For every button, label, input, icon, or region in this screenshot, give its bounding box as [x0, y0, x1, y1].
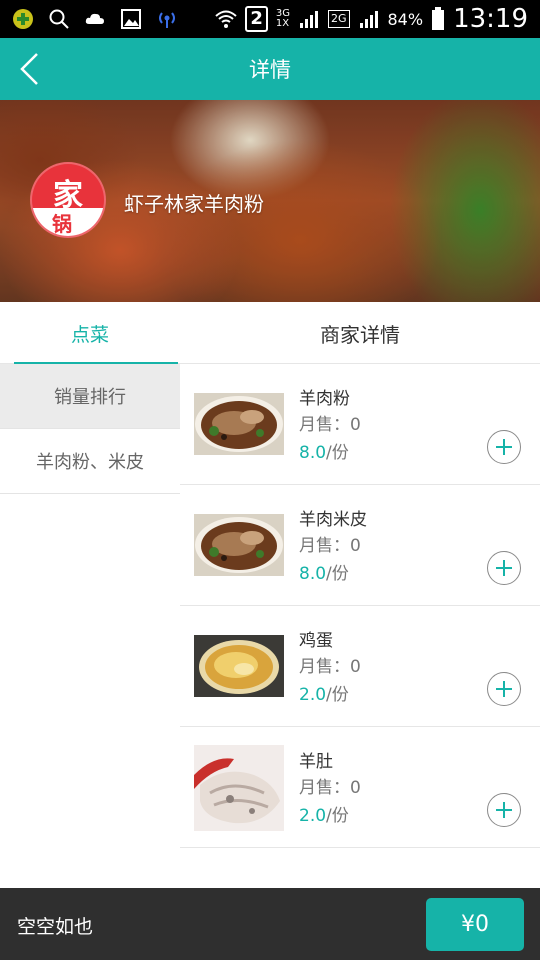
dish-image	[194, 745, 284, 831]
category-list: 销量排行 羊肉粉、米皮	[0, 364, 180, 494]
dish-price: 2.0/份	[299, 801, 349, 826]
dish-item: 羊肉粉 月售：0 8.0/份	[180, 364, 540, 485]
search-icon	[49, 9, 69, 29]
dish-list: 羊肉粉 月售：0 8.0/份 羊肉米皮 月售：0 8.0/份 鸡蛋 月售：0 2…	[180, 364, 540, 848]
dish-monthly-sales: 月售：0	[299, 778, 361, 798]
dish-item: 羊肉米皮 月售：0 8.0/份	[180, 485, 540, 606]
dish-price-unit: /份	[326, 685, 349, 705]
dish-price-unit: /份	[326, 443, 349, 463]
shop-banner: 家 锅通 虾子林家羊肉粉	[0, 100, 540, 302]
dish-image	[194, 393, 284, 455]
dish-monthly-sales: 月售：0	[299, 657, 361, 677]
shop-logo: 家 锅通	[30, 162, 106, 238]
cart-bar: 空空如也 ¥0	[0, 888, 540, 960]
add-to-cart-button[interactable]	[487, 793, 521, 827]
tab-merchant-details[interactable]: 商家详情	[180, 302, 540, 364]
dish-monthly-sales: 月售：0	[299, 415, 361, 435]
dish-name: 羊肚	[299, 752, 333, 772]
dish-price-unit: /份	[326, 806, 349, 826]
chevron-left-icon	[20, 53, 38, 85]
dish-price-value: 2.0	[299, 685, 327, 705]
signal2-icon	[359, 11, 378, 28]
title-bar: 详情	[0, 38, 540, 100]
dish-price: 8.0/份	[299, 438, 349, 463]
shop-name: 虾子林家羊肉粉	[124, 192, 264, 216]
clock: 13:19	[453, 4, 528, 34]
dish-price-value: 8.0	[299, 564, 327, 584]
plus-icon	[496, 560, 512, 576]
checkout-button[interactable]: ¥0	[426, 898, 524, 951]
dish-name: 鸡蛋	[299, 631, 333, 651]
plus-icon	[496, 439, 512, 455]
dish-price-value: 2.0	[299, 806, 327, 826]
dish-name: 羊肉米皮	[299, 510, 367, 530]
battery-percent: 84%	[387, 9, 424, 29]
category-item-sales-ranking[interactable]: 销量排行	[0, 364, 180, 429]
plus-icon	[496, 681, 512, 697]
cart-status: 空空如也	[17, 916, 94, 938]
broadcast-icon	[159, 12, 175, 28]
dish-image	[194, 514, 284, 576]
dish-monthly-sales: 月售：0	[299, 536, 361, 556]
dish-item: 鸡蛋 月售：0 2.0/份	[180, 606, 540, 727]
back-button[interactable]	[10, 50, 48, 88]
image-icon	[121, 9, 141, 29]
page-title: 详情	[249, 58, 291, 82]
tab-bar: 点菜 商家详情	[0, 302, 540, 364]
add-to-cart-button[interactable]	[487, 672, 521, 706]
dish-price-value: 8.0	[299, 443, 327, 463]
battery-icon	[432, 7, 445, 30]
sim-badge: 2	[245, 6, 268, 32]
dish-price: 2.0/份	[299, 680, 349, 705]
category-item-noodles[interactable]: 羊肉粉、米皮	[0, 429, 180, 494]
plus-icon	[496, 802, 512, 818]
app-plus-icon	[13, 9, 33, 29]
logo-text-bottom: 锅通	[32, 208, 104, 236]
dish-price-unit: /份	[326, 564, 349, 584]
add-to-cart-button[interactable]	[487, 430, 521, 464]
network2-label: 2G	[327, 10, 350, 28]
signal-icon	[299, 11, 318, 28]
dish-name: 羊肉粉	[299, 389, 350, 409]
dish-item: 羊肚 月售：0 2.0/份	[180, 727, 540, 848]
dish-image	[194, 635, 284, 697]
wifi-icon	[215, 10, 237, 28]
cloud-icon	[85, 13, 104, 24]
status-bar: 2 3G 1X 2G 84% 13:19	[0, 0, 540, 38]
dish-price: 8.0/份	[299, 559, 349, 584]
add-to-cart-button[interactable]	[487, 551, 521, 585]
tab-order[interactable]: 点菜	[0, 302, 180, 364]
network-type: 3G 1X	[276, 9, 290, 29]
network-bottom-label: 1X	[275, 18, 290, 29]
